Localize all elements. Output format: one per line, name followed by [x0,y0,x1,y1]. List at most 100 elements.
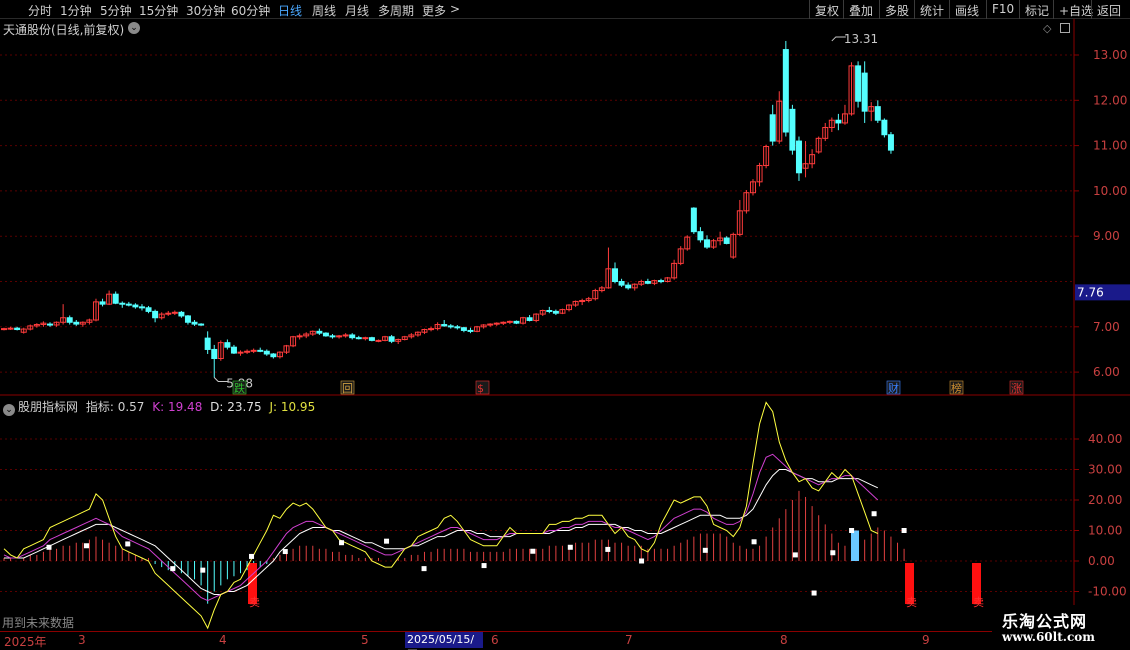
candle-body [644,281,651,284]
signal-dot [605,546,611,552]
indicator-title: ⌄ 股朋指标网 指标: 0.57 K: 19.48 D: 23.75 J: 10.… [3,398,315,416]
candle-body [769,114,776,142]
candle-body [789,108,796,151]
sell-signal-label: 卖 [973,596,984,609]
candle-body [428,328,435,331]
candle-body [329,335,336,338]
date-label-1: 3 [78,633,86,647]
candle-body [612,268,619,283]
price-axis-label: 9.00 [1093,229,1120,243]
candle-body [224,342,231,348]
price-axis-label: 10.00 [1093,184,1127,198]
candle-body [874,106,881,121]
indicator-j: J: 10.95 [269,400,316,414]
signal-dot [249,553,255,559]
candle-body [145,307,152,312]
sell-signal-label: 卖 [906,596,917,609]
candle-body [552,310,559,314]
candle-body [1,328,7,331]
signal-dot [702,547,708,553]
price-axis-label: 7.00 [1093,320,1120,334]
candle-body [349,334,356,339]
candle-body [835,119,842,124]
candle-body [855,65,862,102]
kdj-k-line [3,453,879,602]
candle-body [184,315,191,323]
signal-dot [792,552,798,558]
candle-body [165,312,172,315]
date-label-3: 5 [361,633,369,647]
candle-body [368,337,375,341]
candle-body [198,323,205,326]
signal-dot [849,528,855,533]
date-axis: 2025年 3 4 5 6 7 8 9 [0,631,1075,650]
candle-body [322,332,329,337]
candle-body [73,321,80,325]
indicator-axis-label: 40.00 [1088,432,1122,446]
event-marker-3: 财 [888,381,899,395]
candle-body [244,350,251,353]
candle-body [66,317,73,323]
candle-body [14,327,21,331]
candle-body [441,324,448,327]
candle-body [454,326,461,329]
candle-body [513,320,520,324]
indicator-index: 指标: 0.57 [85,400,145,414]
candle-body [342,334,349,337]
signal-dot [530,548,536,554]
candle-body [191,321,198,325]
signal-dot [751,539,757,545]
candle-body [782,49,789,133]
candle-body [506,320,513,323]
candle-body [861,72,868,112]
candle-body [152,310,159,319]
candle-body [250,349,257,352]
candle-body [447,325,454,328]
price-axis-label: 6.00 [1093,365,1120,379]
signal-dot [639,558,645,564]
indicator-axis-label: -10.00 [1088,585,1127,599]
indicator-name: 股朋指标网 [18,400,79,414]
signal-dot [871,511,877,517]
event-marker-5: 涨 [1011,382,1022,395]
candle-body [703,239,710,248]
candle-body [7,327,14,330]
candle-body [211,348,218,360]
candle-body [690,207,697,233]
indicator-axis-label: 30.00 [1088,463,1122,477]
watermark-title: 乐淘公式网 [1002,612,1088,631]
candle-body [46,323,53,326]
signal-dot [901,528,907,533]
signal-dot [830,550,836,556]
candle-body [125,303,132,306]
candle-body [257,349,264,352]
date-label-7: 9 [922,633,930,647]
candle-body [112,293,119,304]
signal-dot [384,538,390,544]
date-label-4: 6 [491,633,499,647]
candle-body [204,337,211,350]
candle-body [171,311,178,314]
candle-body [881,119,888,136]
candle-body [132,304,139,308]
candle-body [487,323,494,326]
indicator-axis-label: 0.00 [1088,554,1115,568]
signal-dot [282,549,288,555]
candle-body [375,339,382,342]
date-label-5: 7 [625,633,633,647]
candle-body [99,301,106,305]
signal-dot [481,563,487,569]
price-axis-label: 13.00 [1093,48,1127,62]
candle-body [362,337,369,340]
candle-body [493,322,500,325]
indicator-chevron-icon[interactable]: ⌄ [3,404,15,416]
event-marker-1: 回 [342,382,353,395]
signal-dot [200,567,206,573]
candle-body [138,306,145,309]
date-label-0: 2025年 [4,635,47,649]
candle-body [178,311,185,317]
candle-body [658,280,664,283]
future-data-label: 用到未来数据 [2,616,75,630]
indicator-axis-label: 10.00 [1088,524,1122,538]
signal-dot [170,566,176,572]
